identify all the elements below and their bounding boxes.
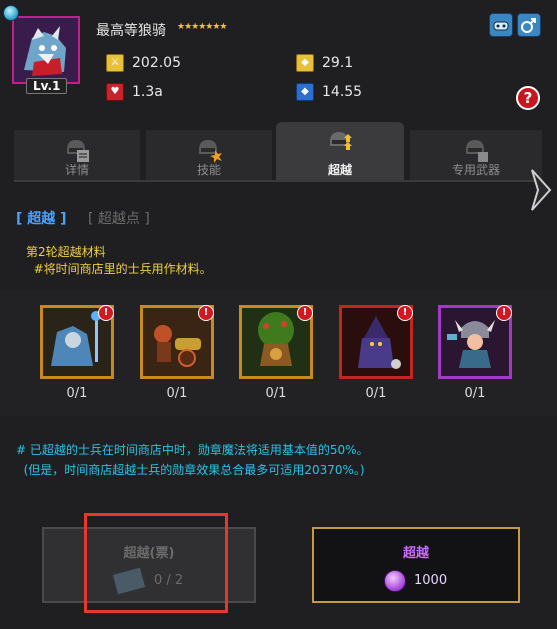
material-slot[interactable]: !	[339, 305, 413, 379]
unit-name: 最高等狼骑	[96, 23, 166, 39]
transcend-button[interactable]: 超越 1000	[312, 527, 520, 603]
defense-value: 29.1	[322, 55, 354, 71]
star-rating: ★★★★★★★	[177, 22, 227, 32]
tab-details[interactable]: 详情	[14, 130, 140, 180]
side-arrow-icon[interactable]	[530, 166, 552, 214]
materials-title-line2: #将时间商店里的士兵用作材料。	[26, 262, 212, 276]
helmet-weapon-icon	[466, 140, 488, 162]
material-count: 0/1	[365, 386, 387, 401]
unit-panel: Lv.1 最高等狼骑 ★★★★★★★ ⚔ 202.05 ◆ 29.1 ♥ 1.3…	[0, 0, 557, 629]
info-note: # 已超越的士兵在时间商店中时，勋章魔法将适用基本值的50%。 (但是，时间商店…	[16, 440, 369, 480]
materials-title: 第2轮超越材料 #将时间商店里的士兵用作材料。	[26, 244, 212, 278]
material-slot[interactable]: !	[438, 305, 512, 379]
defense-stat: ◆ 29.1	[296, 54, 353, 72]
unit-portrait[interactable]	[12, 16, 80, 84]
hp-value: 1.3a	[132, 84, 163, 100]
help-button[interactable]: ?	[516, 86, 540, 110]
alert-icon: !	[198, 305, 214, 321]
helmet-burst-icon	[199, 140, 222, 163]
tab-bar: 详情 技能 超越 专用武器	[14, 122, 542, 180]
subtab-transcend-points[interactable]: [ 超越点 ]	[88, 208, 150, 228]
transcend-cost: 1000	[414, 573, 448, 588]
tab-skills[interactable]: 技能	[146, 130, 272, 180]
alert-icon: !	[496, 305, 512, 321]
shield-value: 14.55	[322, 84, 363, 100]
shield-gold-icon: ◆	[296, 54, 314, 72]
subtab-transcend[interactable]: [ 超越 ]	[16, 208, 67, 228]
purple-orb-icon	[384, 570, 406, 592]
tab-exclusive-weapon-label: 专用武器	[451, 163, 500, 177]
wolf-rider-portrait-icon	[14, 18, 78, 82]
helmet-document-icon	[67, 140, 89, 162]
alert-icon: !	[397, 305, 413, 321]
alert-icon: !	[297, 305, 313, 321]
tab-skills-label: 技能	[196, 163, 221, 177]
material-count: 0/1	[166, 386, 188, 401]
materials-title-line1: 第2轮超越材料	[26, 245, 106, 259]
highlight-box	[84, 513, 228, 613]
tab-exclusive-weapon[interactable]: 专用武器	[410, 130, 542, 180]
info-note-line2: (但是，时间商店超越士兵的勋章效果总合最多可适用20370%。)	[16, 463, 365, 477]
globe-icon	[3, 5, 19, 21]
attack-stat: ⚔ 202.05	[106, 54, 181, 72]
heart-icon: ♥	[106, 83, 124, 101]
shield-blue-icon: ◆	[296, 83, 314, 101]
material-count: 0/1	[265, 386, 287, 401]
shield-stat: ◆ 14.55	[296, 83, 362, 101]
tab-transcend-label: 超越	[327, 163, 352, 177]
hp-stat: ♥ 1.3a	[106, 83, 163, 101]
material-slot[interactable]: !	[40, 305, 114, 379]
tab-divider	[14, 180, 542, 182]
material-slot[interactable]: !	[239, 305, 313, 379]
material-count: 0/1	[66, 386, 88, 401]
gender-button[interactable]	[517, 13, 541, 37]
male-symbol-icon	[521, 18, 536, 33]
alert-icon: !	[98, 305, 114, 321]
mask-button[interactable]	[489, 13, 513, 37]
tab-details-label: 详情	[64, 163, 89, 177]
material-slot[interactable]: !	[140, 305, 214, 379]
transcend-label: 超越	[402, 546, 429, 561]
tab-transcend[interactable]: 超越	[276, 122, 404, 180]
mask-icon	[493, 21, 509, 31]
info-note-line1: # 已超越的士兵在时间商店中时，勋章魔法将适用基本值的50%。	[16, 443, 369, 457]
material-count: 0/1	[464, 386, 486, 401]
level-badge: Lv.1	[26, 78, 68, 94]
helmet-arrows-up-icon	[330, 132, 352, 150]
attack-value: 202.05	[132, 55, 181, 71]
attack-icon: ⚔	[106, 54, 124, 72]
